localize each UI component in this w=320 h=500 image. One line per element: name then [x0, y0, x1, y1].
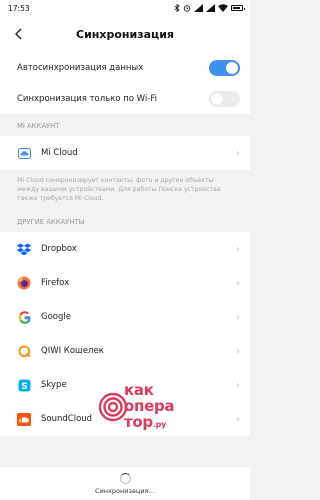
wifi-only-row[interactable]: Синхронизация только по Wi-Fi: [0, 83, 250, 114]
chevron-right-icon: ›: [236, 311, 240, 323]
chevron-left-icon: [15, 28, 22, 40]
alarm-icon: [183, 4, 191, 12]
google-icon: [17, 310, 31, 324]
wifi-only-label: Синхронизация только по Wi-Fi: [17, 93, 157, 104]
status-time: 17:53: [8, 3, 30, 13]
account-item-firefox[interactable]: Firefox ›: [0, 266, 250, 300]
mi-cloud-label: Mi Cloud: [41, 148, 78, 158]
mi-cloud-item[interactable]: Mi Cloud ›: [0, 136, 250, 170]
watermark-logo: как опера тор.ру: [98, 382, 208, 452]
sync-settings: Автосинхронизация данных Синхронизация т…: [0, 52, 250, 114]
sync-status-text: Синхронизация…: [95, 486, 155, 495]
wifi-only-toggle[interactable]: [209, 90, 240, 107]
dropbox-icon: [17, 242, 31, 256]
account-label: Firefox: [41, 278, 70, 288]
auto-sync-label: Автосинхронизация данных: [17, 62, 144, 73]
qiwi-icon: [17, 344, 31, 358]
watermark-text: как опера тор.ру: [124, 381, 175, 431]
loading-spinner-icon: [119, 472, 131, 484]
chevron-right-icon: ›: [236, 277, 240, 289]
battery-icon: [231, 5, 245, 11]
signal-icon: [194, 4, 203, 12]
account-item-google[interactable]: Google ›: [0, 300, 250, 334]
back-button[interactable]: [10, 25, 28, 43]
chevron-right-icon: ›: [236, 243, 240, 255]
mi-account-section-label: MI АККАУНТ: [17, 122, 60, 130]
account-label: QIWI Кошелек: [41, 346, 104, 356]
mi-cloud-icon: [17, 146, 31, 160]
chevron-right-icon: ›: [236, 345, 240, 357]
account-label: Dropbox: [41, 244, 77, 254]
status-icons: [174, 4, 245, 12]
wifi-icon: [218, 4, 228, 12]
auto-sync-toggle[interactable]: [209, 59, 240, 76]
account-label: SoundCloud: [41, 414, 93, 424]
chevron-right-icon: ›: [236, 379, 240, 391]
svg-text:S: S: [21, 382, 27, 392]
bluetooth-icon: [174, 4, 180, 12]
mi-cloud-description: Mi Cloud синхронизирует контакты, фото и…: [17, 177, 221, 202]
signal-icon-2: [206, 4, 215, 12]
other-accounts-section-label: ДРУГИЕ АККАУНТЫ: [17, 218, 85, 226]
status-bar: 17:53: [0, 0, 250, 16]
account-label: Google: [41, 312, 71, 322]
account-item-dropbox[interactable]: Dropbox ›: [0, 232, 250, 266]
skype-icon: S: [17, 378, 31, 392]
sync-footer: Синхронизация…: [0, 466, 250, 500]
page-title: Синхронизация: [76, 27, 174, 41]
auto-sync-row[interactable]: Автосинхронизация данных: [0, 52, 250, 83]
chevron-right-icon: ›: [236, 147, 240, 159]
app-header: Синхронизация: [0, 16, 250, 52]
chevron-right-icon: ›: [236, 413, 240, 425]
firefox-icon: [17, 276, 31, 290]
account-item-qiwi[interactable]: QIWI Кошелек ›: [0, 334, 250, 368]
soundcloud-icon: [17, 412, 31, 426]
account-label: Skype: [41, 380, 67, 390]
